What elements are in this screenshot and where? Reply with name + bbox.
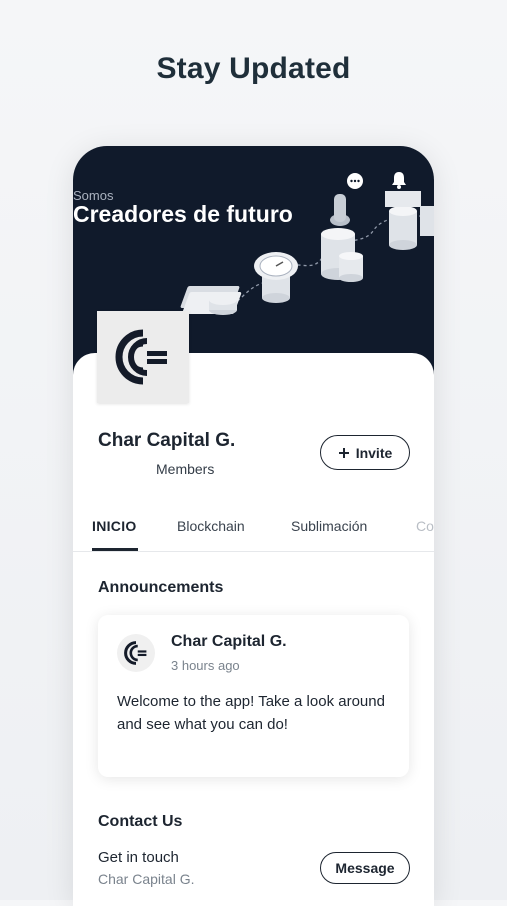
tab-blockchain[interactable]: Blockchain	[177, 518, 245, 534]
plus-icon	[338, 447, 349, 458]
members-link[interactable]: Members	[156, 461, 214, 477]
group-name: Char Capital G.	[98, 430, 236, 451]
page-headline: Stay Updated	[156, 52, 351, 85]
tab-sublimacion[interactable]: Sublimación	[291, 518, 367, 534]
post-time: 3 hours ago	[171, 658, 240, 673]
contact-title: Contact Us	[98, 813, 183, 830]
tab-inicio[interactable]: INICIO	[92, 518, 137, 534]
invite-button[interactable]: Invite	[320, 435, 410, 470]
group-logo	[97, 311, 189, 403]
tab-partial[interactable]: Co	[416, 518, 434, 534]
cc-logo-icon	[124, 641, 147, 665]
post-body: Welcome to the app! Take a look around a…	[117, 693, 385, 733]
post-author: Char Capital G.	[171, 633, 287, 650]
cc-logo-icon	[115, 329, 167, 385]
avatar	[117, 634, 155, 672]
bell-icon[interactable]	[390, 170, 408, 190]
tab-bar: INICIO Blockchain Sublimación Co	[73, 506, 434, 552]
announcements-title: Announcements	[98, 579, 224, 596]
contact-name: Char Capital G.	[98, 871, 195, 887]
banner-title: Creadores de futuro	[73, 201, 293, 227]
announcement-card[interactable]: Char Capital G. 3 hours ago Welcome to t…	[98, 615, 409, 777]
contact-subtitle: Get in touch	[98, 849, 179, 866]
phone-frame: Somos Creadores de futuro Char Capital G…	[73, 146, 434, 906]
message-button[interactable]: Message	[320, 852, 410, 884]
invite-label: Invite	[355, 444, 393, 461]
active-tab-indicator	[92, 548, 138, 551]
chat-icon[interactable]	[346, 172, 364, 190]
